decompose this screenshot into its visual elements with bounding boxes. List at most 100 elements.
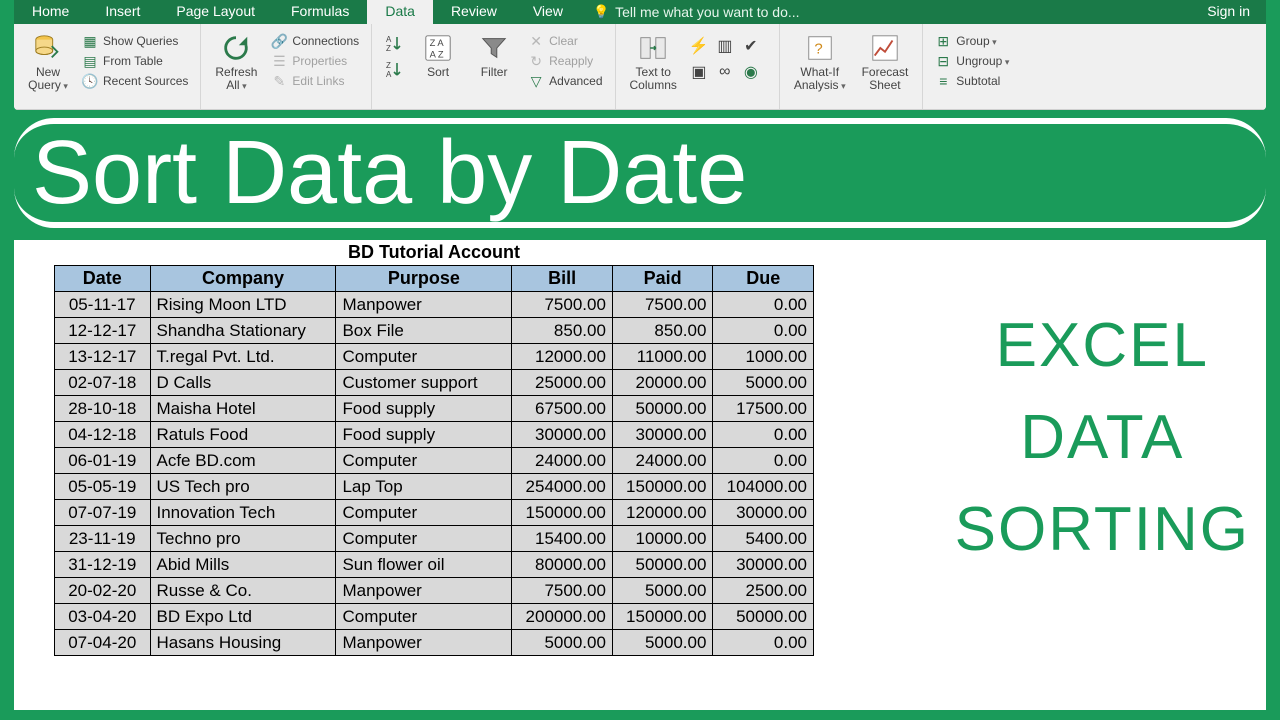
consolidate-icon[interactable]: ▣ <box>689 62 709 82</box>
recent-sources-button[interactable]: 🕓Recent Sources <box>80 72 190 90</box>
cell-date[interactable]: 06-01-19 <box>55 448 151 474</box>
tell-me-search[interactable]: 💡Tell me what you want to do... <box>581 0 812 24</box>
cell-due[interactable]: 104000.00 <box>713 474 814 500</box>
col-company[interactable]: Company <box>150 266 336 292</box>
cell-due[interactable]: 2500.00 <box>713 578 814 604</box>
table-row[interactable]: 02-07-18D CallsCustomer support25000.002… <box>55 370 814 396</box>
connections-button[interactable]: 🔗Connections <box>269 32 361 50</box>
relationships-icon[interactable]: ∞ <box>715 62 735 82</box>
forecast-sheet-button[interactable]: ForecastSheet <box>858 30 913 94</box>
cell-bill[interactable]: 850.00 <box>512 318 613 344</box>
ungroup-button[interactable]: ⊟Ungroup <box>933 52 1011 70</box>
cell-due[interactable]: 0.00 <box>713 630 814 656</box>
cell-due[interactable]: 0.00 <box>713 448 814 474</box>
cell-purpose[interactable]: Lap Top <box>336 474 512 500</box>
advanced-button[interactable]: ▽Advanced <box>526 72 604 90</box>
cell-paid[interactable]: 5000.00 <box>612 578 713 604</box>
cell-paid[interactable]: 120000.00 <box>612 500 713 526</box>
cell-purpose[interactable]: Customer support <box>336 370 512 396</box>
new-query-button[interactable]: NewQuery <box>24 30 72 95</box>
cell-paid[interactable]: 10000.00 <box>612 526 713 552</box>
cell-company[interactable]: Techno pro <box>150 526 336 552</box>
tab-view[interactable]: View <box>515 0 581 24</box>
cell-due[interactable]: 5000.00 <box>713 370 814 396</box>
from-table-button[interactable]: ▤From Table <box>80 52 190 70</box>
cell-purpose[interactable]: Food supply <box>336 396 512 422</box>
cell-date[interactable]: 07-07-19 <box>55 500 151 526</box>
cell-purpose[interactable]: Computer <box>336 604 512 630</box>
cell-company[interactable]: BD Expo Ltd <box>150 604 336 630</box>
cell-purpose[interactable]: Box File <box>336 318 512 344</box>
cell-purpose[interactable]: Computer <box>336 344 512 370</box>
table-row[interactable]: 06-01-19Acfe BD.comComputer24000.0024000… <box>55 448 814 474</box>
cell-paid[interactable]: 850.00 <box>612 318 713 344</box>
col-bill[interactable]: Bill <box>512 266 613 292</box>
cell-company[interactable]: Innovation Tech <box>150 500 336 526</box>
cell-bill[interactable]: 254000.00 <box>512 474 613 500</box>
cell-paid[interactable]: 50000.00 <box>612 396 713 422</box>
cell-paid[interactable]: 50000.00 <box>612 552 713 578</box>
table-row[interactable]: 07-07-19Innovation TechComputer150000.00… <box>55 500 814 526</box>
cell-bill[interactable]: 25000.00 <box>512 370 613 396</box>
table-row[interactable]: 28-10-18Maisha HotelFood supply67500.005… <box>55 396 814 422</box>
cell-purpose[interactable]: Computer <box>336 448 512 474</box>
tab-home[interactable]: Home <box>14 0 87 24</box>
cell-purpose[interactable]: Computer <box>336 500 512 526</box>
clear-button[interactable]: ✕Clear <box>526 32 604 50</box>
cell-date[interactable]: 28-10-18 <box>55 396 151 422</box>
tab-insert[interactable]: Insert <box>87 0 158 24</box>
sort-desc-button[interactable]: ZA <box>382 58 406 80</box>
table-row[interactable]: 23-11-19Techno proComputer15400.0010000.… <box>55 526 814 552</box>
reapply-button[interactable]: ↻Reapply <box>526 52 604 70</box>
cell-purpose[interactable]: Manpower <box>336 578 512 604</box>
cell-company[interactable]: Hasans Housing <box>150 630 336 656</box>
table-row[interactable]: 20-02-20Russe & Co.Manpower7500.005000.0… <box>55 578 814 604</box>
cell-company[interactable]: T.regal Pvt. Ltd. <box>150 344 336 370</box>
cell-company[interactable]: US Tech pro <box>150 474 336 500</box>
cell-company[interactable]: Maisha Hotel <box>150 396 336 422</box>
properties-button[interactable]: ☰Properties <box>269 52 361 70</box>
cell-date[interactable]: 23-11-19 <box>55 526 151 552</box>
cell-purpose[interactable]: Sun flower oil <box>336 552 512 578</box>
subtotal-button[interactable]: ≡Subtotal <box>933 72 1011 90</box>
cell-company[interactable]: Abid Mills <box>150 552 336 578</box>
cell-due[interactable]: 17500.00 <box>713 396 814 422</box>
cell-due[interactable]: 0.00 <box>713 292 814 318</box>
tab-data[interactable]: Data <box>367 0 433 24</box>
what-if-button[interactable]: ? What-IfAnalysis <box>790 30 850 95</box>
cell-bill[interactable]: 30000.00 <box>512 422 613 448</box>
col-paid[interactable]: Paid <box>612 266 713 292</box>
text-to-columns-button[interactable]: Text toColumns <box>626 30 681 94</box>
data-valid-icon[interactable]: ✔ <box>741 36 761 56</box>
cell-purpose[interactable]: Manpower <box>336 292 512 318</box>
cell-company[interactable]: Shandha Stationary <box>150 318 336 344</box>
remove-dupes-icon[interactable]: ▥ <box>715 36 735 56</box>
cell-bill[interactable]: 80000.00 <box>512 552 613 578</box>
cell-company[interactable]: Rising Moon LTD <box>150 292 336 318</box>
cell-date[interactable]: 13-12-17 <box>55 344 151 370</box>
cell-purpose[interactable]: Manpower <box>336 630 512 656</box>
table-row[interactable]: 12-12-17Shandha StationaryBox File850.00… <box>55 318 814 344</box>
table-row[interactable]: 13-12-17T.regal Pvt. Ltd.Computer12000.0… <box>55 344 814 370</box>
cell-due[interactable]: 30000.00 <box>713 552 814 578</box>
sort-asc-button[interactable]: AZ <box>382 32 406 54</box>
cell-date[interactable]: 31-12-19 <box>55 552 151 578</box>
col-purpose[interactable]: Purpose <box>336 266 512 292</box>
show-queries-button[interactable]: ▦Show Queries <box>80 32 190 50</box>
cell-paid[interactable]: 150000.00 <box>612 474 713 500</box>
group-button[interactable]: ⊞Group <box>933 32 1011 50</box>
cell-due[interactable]: 30000.00 <box>713 500 814 526</box>
cell-bill[interactable]: 15400.00 <box>512 526 613 552</box>
col-date[interactable]: Date <box>55 266 151 292</box>
data-model-icon[interactable]: ◉ <box>741 62 761 82</box>
cell-date[interactable]: 07-04-20 <box>55 630 151 656</box>
cell-date[interactable]: 20-02-20 <box>55 578 151 604</box>
cell-date[interactable]: 05-05-19 <box>55 474 151 500</box>
cell-company[interactable]: Ratuls Food <box>150 422 336 448</box>
sign-in-button[interactable]: Sign in <box>1191 0 1266 24</box>
cell-paid[interactable]: 5000.00 <box>612 630 713 656</box>
cell-bill[interactable]: 200000.00 <box>512 604 613 630</box>
cell-bill[interactable]: 67500.00 <box>512 396 613 422</box>
cell-due[interactable]: 50000.00 <box>713 604 814 630</box>
cell-due[interactable]: 1000.00 <box>713 344 814 370</box>
